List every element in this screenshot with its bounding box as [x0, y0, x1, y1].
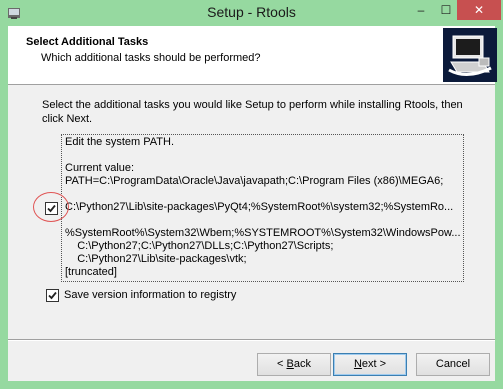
page-title: Select Additional Tasks: [26, 36, 149, 48]
intro-text: Select the additional tasks you would li…: [42, 99, 463, 125]
page-subtitle: Which additional tasks should be perform…: [41, 52, 261, 64]
tasks-list[interactable]: Edit the system PATH. Current value: PAT…: [61, 134, 464, 282]
checkmark-icon: [48, 291, 57, 300]
save-registry-checkbox[interactable]: [46, 289, 59, 302]
back-button[interactable]: < Back: [257, 353, 331, 376]
title-bar[interactable]: Setup - Rtools ‒ ☐ ✕: [0, 0, 503, 26]
next-accesskey: N: [353, 358, 362, 370]
task-line: Edit the system PATH.: [65, 136, 175, 148]
next-button[interactable]: Next >: [333, 353, 407, 376]
task-line: C:\Python27\Lib\site-packages\vtk;: [65, 253, 247, 265]
wizard-body: Select Additional Tasks Which additional…: [8, 26, 497, 381]
back-accesskey: B: [286, 358, 294, 370]
back-prefix: <: [277, 358, 287, 370]
maximize-button[interactable]: ☐: [432, 0, 460, 20]
wizard-header: Select Additional Tasks Which additional…: [8, 26, 497, 85]
task-line: Current value:: [65, 162, 135, 174]
task-line: %SystemRoot%\System32\Wbem;%SYSTEMROOT%\…: [65, 227, 461, 239]
back-label: ack: [293, 358, 311, 370]
close-button[interactable]: ✕: [457, 0, 501, 20]
save-registry-label[interactable]: Save version information to registry: [64, 289, 236, 301]
minimize-button[interactable]: ‒: [407, 0, 435, 20]
cancel-button[interactable]: Cancel: [416, 353, 490, 376]
task-line: C:\Python27\Lib\site-packages\PyQt4;%Sys…: [65, 201, 454, 213]
setup-computer-icon: [443, 28, 497, 82]
edit-path-checkbox[interactable]: [45, 202, 58, 215]
task-line: PATH=C:\ProgramData\Oracle\Java\javapath…: [65, 175, 444, 187]
task-line: [truncated]: [65, 266, 117, 278]
next-label: ext >: [361, 358, 387, 370]
checkmark-icon: [47, 204, 56, 213]
separator: [8, 339, 495, 341]
setup-window: Setup - Rtools ‒ ☐ ✕ Select Additional T…: [0, 0, 503, 389]
task-line: C:\Python27;C:\Python27\DLLs;C:\Python27…: [65, 240, 334, 252]
